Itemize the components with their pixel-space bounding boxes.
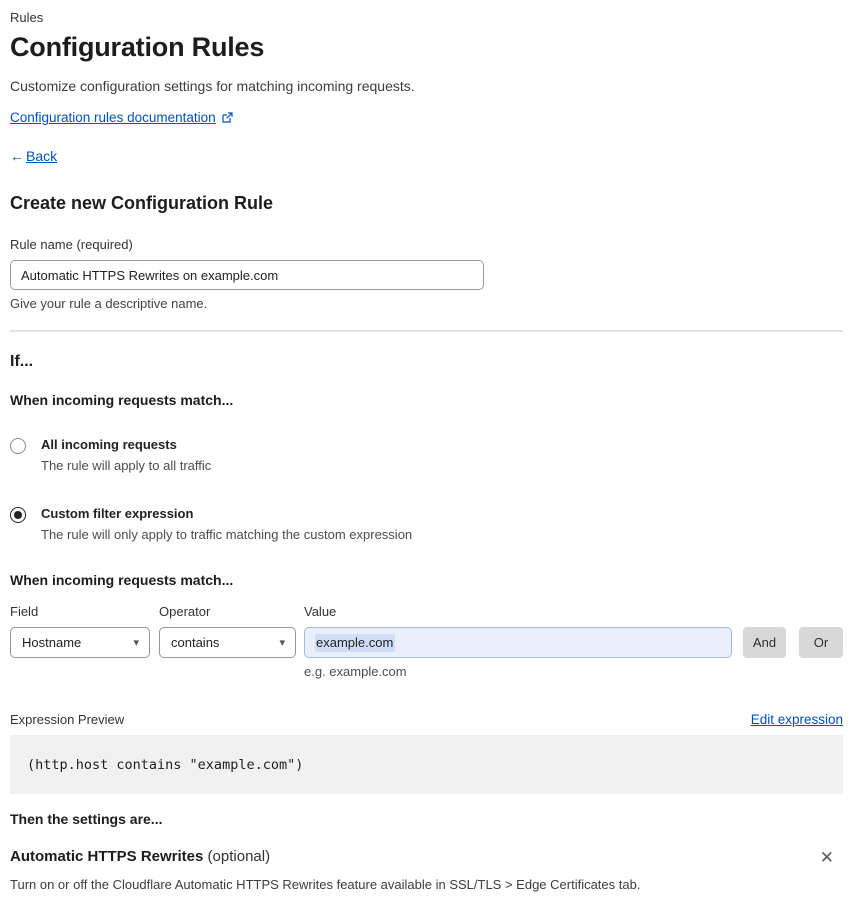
configuration-rules-page: Rules Configuration Rules Customize conf… (0, 0, 852, 906)
close-icon[interactable]: ✕ (820, 849, 834, 866)
then-heading: Then the settings are... (10, 811, 163, 827)
page-description: Customize configuration settings for mat… (10, 78, 415, 94)
documentation-link[interactable]: Configuration rules documentation (10, 110, 216, 125)
back-arrow-icon: ← (10, 148, 24, 164)
radio-option-custom-filter[interactable]: Custom filter expression The rule will o… (10, 506, 843, 542)
external-link-icon (221, 111, 233, 124)
section-divider (10, 330, 843, 332)
page-title: Configuration Rules (10, 32, 265, 62)
operator-label: Operator (159, 604, 211, 619)
match-heading: When incoming requests match... (10, 392, 234, 408)
field-label: Field (10, 604, 39, 619)
radio-option-all-requests[interactable]: All incoming requests The rule will appl… (10, 437, 843, 473)
expression-builder-row: Field Hostname ▾ Operator contains ▾ Val… (10, 604, 843, 679)
breadcrumb: Rules (10, 10, 44, 25)
expression-preview-label: Expression Preview (10, 712, 125, 727)
expression-preview-code: (http.host contains "example.com") (10, 735, 843, 794)
builder-heading: When incoming requests match... (10, 572, 234, 588)
chevron-down-icon: ▾ (279, 637, 285, 649)
edit-expression-link[interactable]: Edit expression (751, 712, 843, 727)
rule-name-label: Rule name (required) (10, 237, 133, 252)
value-help: e.g. example.com (304, 664, 407, 679)
rule-name-help: Give your rule a descriptive name. (10, 296, 208, 311)
or-button[interactable]: Or (799, 627, 843, 658)
radio-checked-icon (10, 507, 26, 523)
back-link[interactable]: ← Back (10, 148, 57, 164)
setting-header: Automatic HTTPS Rewrites (optional) ✕ (10, 848, 843, 866)
setting-description: Turn on or off the Cloudflare Automatic … (10, 877, 641, 892)
chevron-down-icon: ▾ (133, 637, 139, 649)
radio-unchecked-icon (10, 438, 26, 454)
if-heading: If... (10, 353, 34, 370)
and-button[interactable]: And (743, 627, 786, 658)
operator-select[interactable]: contains ▾ (159, 627, 296, 658)
field-select[interactable]: Hostname ▾ (10, 627, 150, 658)
value-input[interactable]: example.com (304, 627, 732, 658)
value-label: Value (304, 604, 337, 619)
setting-name: Automatic HTTPS Rewrites (optional) (10, 848, 271, 865)
rule-name-input[interactable] (10, 260, 484, 290)
create-rule-heading: Create new Configuration Rule (10, 193, 274, 213)
